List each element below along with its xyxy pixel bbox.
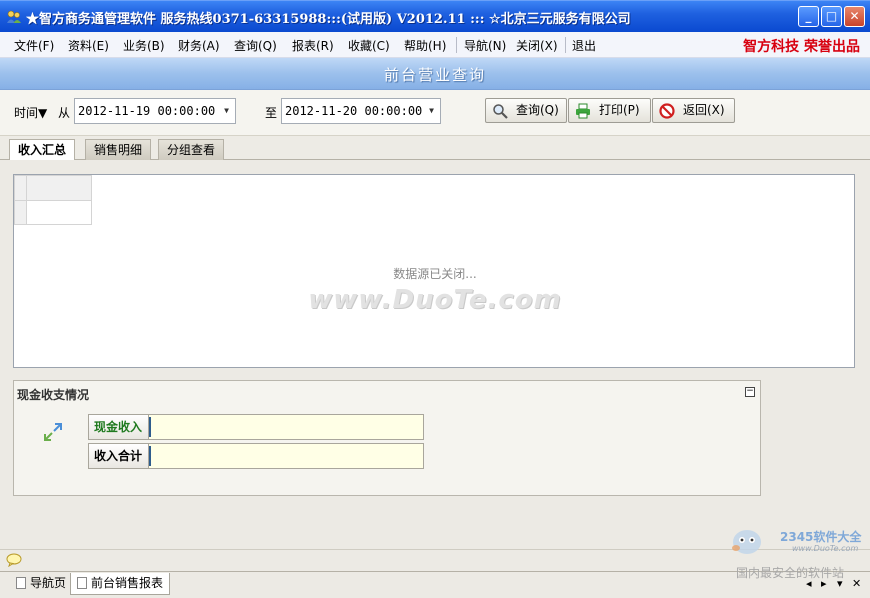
close-button[interactable]: ✕ [844, 6, 865, 27]
to-date-value: 2012-11-20 00:00:00 [285, 104, 423, 118]
printer-icon [576, 103, 590, 119]
back-button[interactable]: 返回(X) [652, 98, 735, 123]
tab-front-sales-label: 前台销售报表 [91, 576, 164, 590]
app-users-icon [7, 10, 21, 23]
brand-text: 智方科技 荣誉出品 [743, 39, 860, 55]
data-grid[interactable]: 数据源已关闭... www.DuoTe.com [13, 174, 855, 368]
from-date-value: 2012-11-19 00:00:00 [78, 104, 216, 118]
menu-favorites[interactable]: 收藏(C) [348, 37, 390, 54]
tab-income-summary[interactable]: 收入汇总 [9, 139, 76, 160]
time-filter-dropdown[interactable]: 时间▼ [14, 104, 47, 121]
from-date-picker[interactable]: 2012-11-19 00:00:00 ▼ [74, 98, 236, 124]
from-label: 从 [58, 106, 71, 120]
menu-business[interactable]: 业务(B) [123, 37, 165, 54]
to-date-picker[interactable]: 2012-11-20 00:00:00 ▼ [281, 98, 441, 124]
stop-icon [659, 103, 675, 119]
close-tab-button[interactable]: ✕ [852, 577, 861, 590]
mascot-logo-icon [732, 530, 761, 554]
menu-separator [456, 37, 457, 53]
speech-bubble-icon [6, 553, 22, 567]
cash-income-field[interactable] [148, 414, 424, 440]
cash-income-label: 现金收入 [88, 414, 149, 440]
menu-exit[interactable]: 退出 [572, 37, 596, 54]
tab-navigation-page[interactable]: 导航页 [10, 573, 72, 595]
maximize-button[interactable]: □ [821, 6, 842, 27]
cash-summary-panel: 现金收支情况 − 现金收入 收入合计 [13, 380, 761, 496]
document-icon [16, 577, 26, 589]
back-button-label: 返回(X) [683, 103, 725, 117]
tab-group-view[interactable]: 分组查看 [158, 139, 225, 160]
filter-bar: 时间▼ 从 2012-11-19 00:00:00 ▼ 至 2012-11-20… [0, 90, 870, 136]
minimize-button[interactable]: _ [798, 6, 819, 27]
collapse-button[interactable]: − [745, 387, 755, 397]
menu-report[interactable]: 报表(R) [292, 37, 334, 54]
menu-data[interactable]: 资料(E) [68, 37, 109, 54]
watermark-logo-text: 2345软件大全 [780, 530, 862, 544]
query-button-label: 查询(Q) [516, 103, 559, 117]
menu-file[interactable]: 文件(F) [14, 37, 54, 54]
expand-arrows-icon[interactable] [42, 421, 64, 443]
cash-panel-title: 现金收支情况 [17, 388, 90, 402]
menu-separator [565, 37, 566, 53]
corner-watermark: 2345软件大全 www.DuoTe.com 国内最安全的软件站 [728, 522, 868, 580]
window-titlebar: ★智方商务通管理软件 服务热线0371-63315988:::(试用版) V20… [0, 0, 870, 32]
tab-front-sales-report[interactable]: 前台销售报表 [70, 573, 171, 595]
window-title: ★智方商务通管理软件 服务热线0371-63315988:::(试用版) V20… [26, 12, 631, 27]
menu-help[interactable]: 帮助(H) [404, 37, 446, 54]
menu-finance[interactable]: 财务(A) [178, 37, 220, 54]
menu-bar: 文件(F) 资料(E) 业务(B) 财务(A) 查询(Q) 报表(R) 收藏(C… [0, 32, 870, 58]
menu-close[interactable]: 关闭(X) [516, 37, 558, 54]
tab-sales-detail[interactable]: 销售明细 [85, 139, 152, 160]
tab-strip: 收入汇总 销售明细 分组查看 [0, 136, 870, 160]
menu-query[interactable]: 查询(Q) [234, 37, 277, 54]
site-watermark: www.DuoTe.com [308, 285, 562, 315]
tab-navigation-label: 导航页 [30, 576, 67, 590]
document-icon [77, 577, 87, 589]
search-icon [493, 104, 508, 119]
watermark-slogan: 国内最安全的软件站 [736, 566, 845, 580]
datasource-closed-text: 数据源已关闭... [393, 267, 477, 281]
print-button[interactable]: 打印(P) [568, 98, 651, 123]
grid-cell[interactable] [26, 200, 92, 225]
grid-column-header[interactable] [26, 175, 92, 201]
watermark-url: www.DuoTe.com [792, 544, 859, 553]
to-label: 至 [265, 106, 278, 120]
income-total-field[interactable] [148, 443, 424, 469]
page-banner: 前台营业查询 [0, 58, 870, 90]
print-button-label: 打印(P) [599, 103, 640, 117]
query-button[interactable]: 查询(Q) [485, 98, 567, 123]
menu-navigate[interactable]: 导航(N) [464, 37, 506, 54]
chevron-down-icon[interactable]: ▼ [224, 99, 229, 123]
chevron-down-icon[interactable]: ▼ [429, 99, 434, 123]
page-title: 前台营业查询 [383, 66, 486, 84]
income-total-label: 收入合计 [88, 443, 149, 469]
